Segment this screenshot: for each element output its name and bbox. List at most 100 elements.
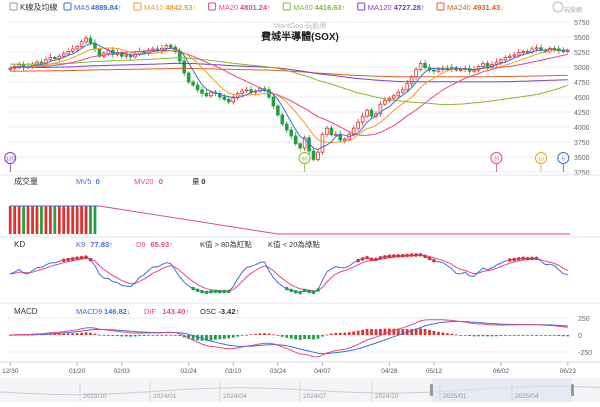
candle-body — [414, 69, 418, 78]
brand-logo-text: 玩股網 — [564, 6, 582, 14]
mv20-line — [99, 205, 570, 235]
kd-d-line — [10, 254, 569, 292]
kd-red-dot — [396, 254, 401, 258]
osc-bar — [272, 334, 275, 336]
candle-body — [365, 109, 369, 117]
candle-body — [39, 61, 44, 64]
osc-bar — [169, 334, 173, 336]
candle-body — [97, 48, 102, 57]
x-axis-label: 01/20 — [69, 368, 86, 375]
kd-green-dot — [298, 290, 302, 295]
osc-bar — [231, 335, 235, 338]
kd-red-dot — [84, 255, 88, 259]
price-legend-value: 4801.24↑ — [240, 3, 271, 12]
osc-bar — [62, 333, 66, 335]
osc-bar — [472, 335, 476, 337]
kd-red-dot — [516, 257, 521, 261]
candle-body — [512, 54, 517, 57]
osc-bar — [98, 334, 101, 336]
x-axis-label: 04/28 — [381, 368, 398, 375]
candle-body — [84, 37, 88, 43]
candle-body — [418, 63, 423, 70]
osc-bar — [222, 335, 226, 339]
kd-red-dot — [423, 254, 427, 259]
osc-bar — [285, 335, 289, 338]
macd-y-tick: -250 — [578, 350, 592, 357]
ma-period-marker-label: 60 — [302, 157, 308, 163]
osc-bar — [164, 334, 168, 336]
chart-canvas: 3250350037504000425045004750500052505500… — [0, 0, 600, 402]
macd-legend-value: 146.82↓ — [104, 307, 131, 316]
candle-body — [481, 63, 485, 67]
candle-body — [244, 89, 249, 92]
kd-red-dot — [392, 254, 396, 258]
candle-body — [222, 96, 227, 100]
kd-red-dot — [369, 257, 374, 262]
osc-bar — [276, 335, 280, 336]
osc-bar — [437, 331, 440, 335]
candle-body — [276, 105, 280, 116]
ma-line-ma10 — [10, 47, 568, 144]
osc-bar — [84, 332, 88, 335]
candle-body — [70, 48, 75, 52]
osc-bar — [379, 328, 382, 335]
navigator-label: 2024/01 — [153, 393, 177, 400]
price-y-tick: 3250 — [574, 170, 590, 177]
candle-body — [88, 37, 93, 44]
candle-body — [409, 76, 414, 85]
candle-body — [249, 89, 253, 93]
kd-legend-value: 77.83↑ — [90, 240, 113, 249]
candle-body — [503, 57, 508, 61]
candle-body — [75, 46, 79, 50]
kd-red-dot — [409, 253, 414, 257]
candle-body — [271, 96, 276, 107]
kd-red-dot — [70, 257, 75, 261]
candle-body — [182, 60, 186, 74]
volume-bar — [31, 206, 34, 234]
kd-red-dot — [534, 256, 539, 261]
osc-bar — [111, 335, 115, 336]
osc-bar — [249, 334, 253, 336]
candle-body — [405, 83, 409, 91]
osc-bar — [539, 335, 543, 336]
osc-bar — [325, 334, 329, 336]
osc-bar — [227, 335, 231, 339]
macd-legend-value: 143.40↑ — [162, 307, 189, 316]
price-y-tick: 3500 — [574, 155, 590, 162]
navigator-right-handle[interactable] — [571, 384, 574, 396]
navigator-left-handle[interactable] — [430, 384, 433, 396]
candle-body — [383, 100, 387, 105]
kd-red-dot — [61, 258, 66, 263]
osc-bar — [535, 334, 538, 336]
osc-bar — [209, 335, 213, 341]
candle-body — [227, 99, 231, 103]
osc-bar — [307, 335, 311, 340]
osc-bar — [129, 335, 133, 337]
kd-legend-title: KD — [14, 240, 25, 249]
price-legend-value: 4727.28↑ — [394, 3, 425, 12]
price-legend-value: 4931.43↓ — [473, 3, 504, 12]
kd-legend-name: K9 — [76, 240, 85, 249]
osc-bar — [321, 335, 324, 337]
navigator-label: 2023/10 — [83, 393, 107, 400]
kd-green-dot — [307, 289, 311, 294]
candle-body — [499, 59, 503, 63]
volume-legend-name: MV20 — [134, 177, 154, 186]
candle-body — [8, 67, 13, 70]
kd-legend-name: D9 — [136, 240, 146, 249]
osc-bar — [553, 335, 556, 336]
candle-body — [53, 57, 57, 60]
price-legend-name: MA10 — [144, 3, 164, 12]
osc-bar — [517, 335, 521, 336]
osc-bar — [463, 335, 467, 336]
osc-bar — [280, 335, 284, 337]
candle-body — [169, 45, 173, 48]
osc-bar — [503, 335, 507, 336]
price-y-tick: 5750 — [574, 20, 590, 27]
osc-bar — [561, 335, 565, 337]
volume-bar — [8, 206, 12, 234]
candle-body — [534, 47, 539, 50]
candle-body — [289, 129, 294, 137]
kd-green-dot — [191, 286, 195, 291]
osc-bar — [71, 333, 75, 335]
